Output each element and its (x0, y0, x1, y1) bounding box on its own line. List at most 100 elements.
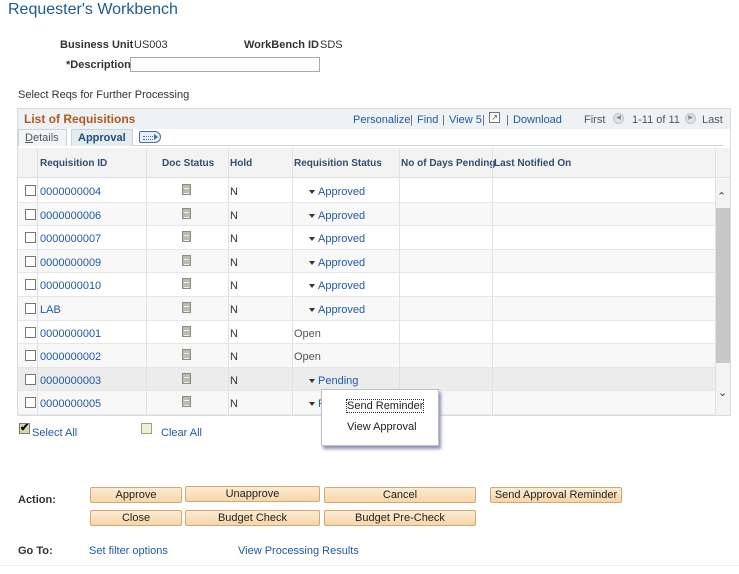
nav-separator: | (506, 114, 509, 126)
view-processing-results-link[interactable]: View Processing Results (238, 545, 359, 557)
scroll-up-icon[interactable]: ⌃ (717, 190, 726, 203)
description-input[interactable] (130, 57, 320, 72)
download-link[interactable]: Download (513, 114, 562, 126)
requisition-status-dropdown[interactable]: Approved (309, 304, 365, 316)
requisition-id-link[interactable]: 0000000007 (40, 233, 101, 245)
budget-check-button[interactable]: Budget Check (185, 510, 320, 526)
business-unit-value: US003 (134, 39, 168, 51)
hold-value: N (230, 233, 238, 245)
requisition-status-dropdown[interactable]: Pending (309, 375, 358, 387)
requisition-status-dropdown[interactable]: Approved (309, 210, 365, 222)
unapprove-button[interactable]: Unapprove (185, 486, 320, 502)
requisition-id-link[interactable]: 0000000009 (40, 257, 101, 269)
dropdown-caret-icon (309, 190, 315, 195)
hold-value: N (230, 351, 238, 363)
requisition-id-link[interactable]: 0000000010 (40, 280, 101, 292)
document-status-icon[interactable] (182, 373, 191, 384)
scrollbar-thumb[interactable] (716, 208, 730, 363)
table-row (18, 179, 716, 203)
hold-value: N (230, 186, 238, 198)
description-label: *Description (66, 59, 131, 71)
clear-all-checkbox-icon[interactable] (141, 423, 152, 434)
tab-details[interactable]: Details (18, 129, 67, 146)
status-label: Approved (318, 186, 366, 198)
view-5-link[interactable]: View 5 (449, 114, 482, 126)
document-status-icon[interactable] (182, 184, 191, 195)
select-all-checkbox-icon[interactable]: ✔ (19, 423, 30, 434)
column-header-hold[interactable]: Hold (230, 158, 252, 169)
row-select-checkbox[interactable] (25, 209, 36, 220)
row-select-checkbox[interactable] (25, 256, 36, 267)
clear-all-link[interactable]: Clear All (161, 427, 202, 439)
column-header-last-notified[interactable]: Last Notified On (494, 158, 571, 169)
previous-page-icon[interactable]: ◀ (613, 113, 624, 124)
hold-value: N (230, 375, 238, 387)
cancel-button[interactable]: Cancel (324, 487, 476, 503)
row-select-checkbox[interactable] (25, 185, 36, 196)
find-link[interactable]: Find (417, 114, 438, 126)
requisition-id-link[interactable]: LAB (40, 304, 61, 316)
hold-value: N (230, 280, 238, 292)
requisition-id-link[interactable]: 0000000006 (40, 210, 101, 222)
column-divider (492, 148, 493, 415)
dropdown-caret-icon (309, 284, 315, 289)
requisition-status-dropdown[interactable]: Approved (309, 257, 365, 269)
document-status-icon[interactable] (182, 208, 191, 219)
requisition-id-link[interactable]: 0000000002 (40, 351, 101, 363)
requisition-status-dropdown[interactable]: Approved (309, 186, 365, 198)
row-select-checkbox[interactable] (25, 397, 36, 408)
new-window-icon[interactable]: ↗ (489, 112, 500, 123)
column-divider (146, 148, 147, 415)
document-status-icon[interactable] (182, 231, 191, 242)
row-select-checkbox[interactable] (25, 327, 36, 338)
tab-approval[interactable]: Approval (71, 129, 133, 146)
row-select-checkbox[interactable] (25, 232, 36, 243)
nav-separator: | (482, 114, 485, 126)
column-divider (37, 148, 38, 415)
requisition-id-link[interactable]: 0000000005 (40, 398, 101, 410)
column-header-requisition-status[interactable]: Requisition Status (294, 158, 382, 169)
hold-value: N (230, 210, 238, 222)
dropdown-caret-icon (309, 402, 315, 407)
requisition-id-link[interactable]: 0000000001 (40, 328, 101, 340)
document-status-icon[interactable] (182, 302, 191, 313)
set-filter-options-link[interactable]: Set filter options (89, 545, 168, 557)
document-status-icon[interactable] (182, 349, 191, 360)
row-select-checkbox[interactable] (25, 303, 36, 314)
status-label: Approved (318, 280, 366, 292)
approve-button[interactable]: Approve (90, 487, 182, 503)
document-status-icon[interactable] (182, 326, 191, 337)
workbench-id-label: WorkBench ID (244, 39, 319, 51)
document-status-icon[interactable] (182, 255, 191, 266)
row-select-checkbox[interactable] (25, 279, 36, 290)
close-button[interactable]: Close (90, 510, 182, 526)
row-select-checkbox[interactable] (25, 374, 36, 385)
document-status-icon[interactable] (182, 278, 191, 289)
dropdown-caret-icon (309, 214, 315, 219)
column-header-doc-status[interactable]: Doc Status (162, 158, 214, 169)
column-header-days-pending[interactable]: No of Days Pending (401, 158, 495, 169)
popup-item-send-reminder[interactable]: Send Reminder (345, 399, 425, 413)
next-page-icon[interactable]: ▶ (685, 113, 696, 124)
popup-item-view-approval[interactable]: View Approval (347, 421, 417, 433)
requisition-id-link[interactable]: 0000000003 (40, 375, 101, 387)
requisition-status-dropdown[interactable]: Approved (309, 280, 365, 292)
document-status-icon[interactable] (182, 396, 191, 407)
show-all-columns-icon[interactable] (139, 131, 161, 143)
column-header-requisition-id[interactable]: Requisition ID (40, 158, 107, 169)
budget-pre-check-button[interactable]: Budget Pre-Check (324, 510, 476, 526)
row-select-checkbox[interactable] (25, 350, 36, 361)
hold-value: N (230, 328, 238, 340)
requisition-id-link[interactable]: 0000000004 (40, 186, 101, 198)
status-label: Open (294, 328, 321, 340)
requisition-status-dropdown[interactable]: Approved (309, 233, 365, 245)
status-label: Pending (318, 375, 359, 387)
send-approval-reminder-button[interactable]: Send Approval Reminder (490, 487, 622, 503)
hold-value: N (230, 304, 238, 316)
scroll-down-icon[interactable]: ⌃ (718, 385, 727, 398)
select-all-link[interactable]: Select All (32, 427, 77, 439)
nav-separator: | (442, 114, 445, 126)
status-label: Approved (318, 233, 366, 245)
status-label: Approved (318, 304, 366, 316)
personalize-link[interactable]: Personalize (353, 114, 410, 126)
